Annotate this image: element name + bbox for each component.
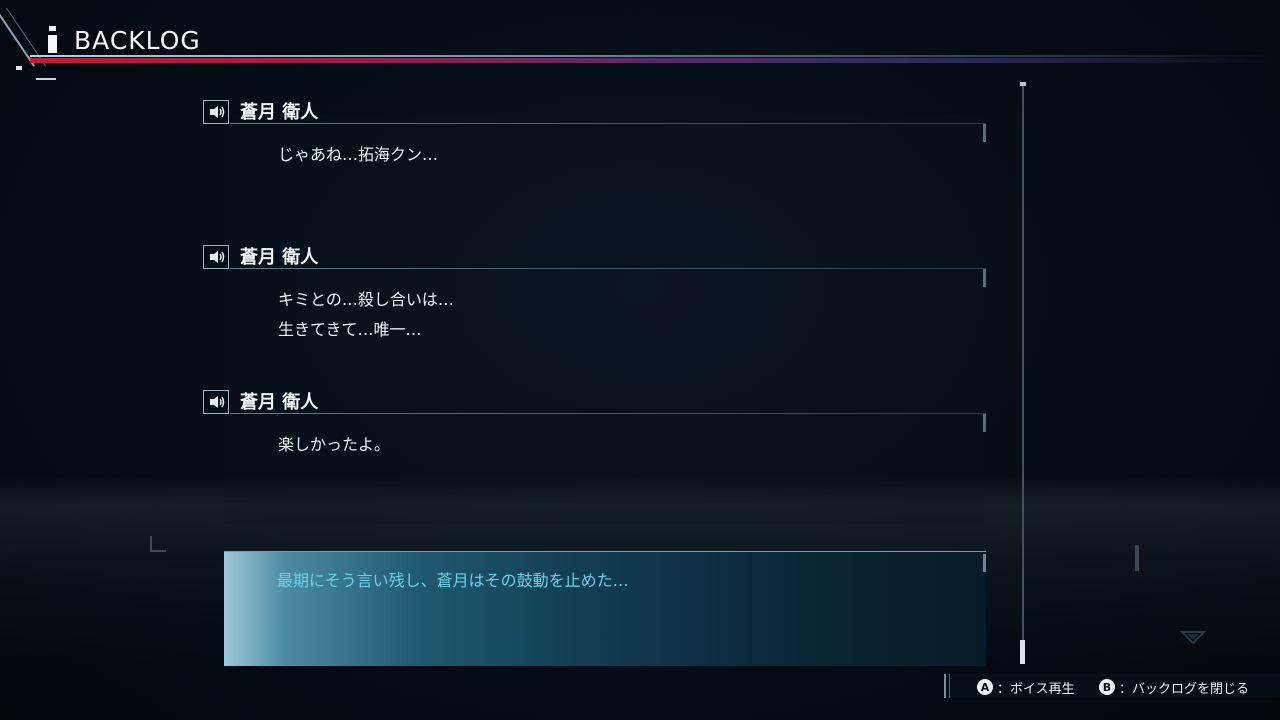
speaker-name: 蒼月 衛人 <box>240 247 319 268</box>
voice-replay-icon[interactable] <box>203 390 229 414</box>
backlog-screen: BACKLOG 蒼月 衛人 じゃあね…拓海クン… 蒼月 衛人 キミとの…殺し合い… <box>0 0 1280 720</box>
entry-divider <box>230 268 986 269</box>
scrollbar-track[interactable] <box>1022 84 1024 664</box>
voice-replay-icon[interactable] <box>203 245 229 269</box>
scrollbar-cap <box>1020 82 1026 86</box>
corner-bracket-decoration <box>150 536 166 552</box>
speaker-name: 蒼月 衛人 <box>240 392 319 413</box>
side-decoration-bar <box>1135 545 1139 571</box>
log-entry[interactable]: 蒼月 衛人 キミとの…殺し合いは… 生きてきて…唯一… <box>200 235 1000 355</box>
log-entry[interactable]: 蒼月 衛人 楽しかったよ。 <box>200 380 1000 500</box>
close-backlog-hint[interactable]: B ：バックログを閉じる <box>1099 677 1249 697</box>
voice-play-label: ：ボイス再生 <box>997 681 1075 697</box>
scrollbar-thumb[interactable] <box>1020 640 1025 664</box>
close-backlog-label: ：バックログを閉じる <box>1119 681 1250 697</box>
entry-divider <box>230 123 986 124</box>
dialogue-text: 楽しかったよ。 <box>278 435 391 454</box>
info-icon <box>48 26 57 53</box>
voice-play-hint[interactable]: A ：ボイス再生 <box>977 677 1075 697</box>
log-entry[interactable]: 蒼月 衛人 じゃあね…拓海クン… <box>200 90 1000 210</box>
header-decoration-tick <box>36 78 56 80</box>
dialogue-text: じゃあね…拓海クン… <box>278 145 439 164</box>
backlog-list[interactable]: 蒼月 衛人 じゃあね…拓海クン… 蒼月 衛人 キミとの…殺し合いは… 生きてきて… <box>200 84 1000 524</box>
header-decoration-tick <box>16 66 22 70</box>
entry-divider <box>230 413 986 414</box>
page-title: BACKLOG <box>74 26 201 55</box>
a-button-icon: A <box>977 679 993 695</box>
scroll-down-arrow-icon <box>1180 631 1206 645</box>
header-accent-bar <box>30 58 1280 63</box>
narration-text: 最期にそう言い残し、蒼月はその鼓動を止めた… <box>277 571 629 590</box>
voice-replay-icon[interactable] <box>203 100 229 124</box>
header-divider <box>30 55 1280 57</box>
dialogue-text: キミとの…殺し合いは… 生きてきて…唯一… <box>278 290 454 339</box>
b-button-icon: B <box>1099 679 1115 695</box>
speaker-name: 蒼月 衛人 <box>240 102 319 123</box>
